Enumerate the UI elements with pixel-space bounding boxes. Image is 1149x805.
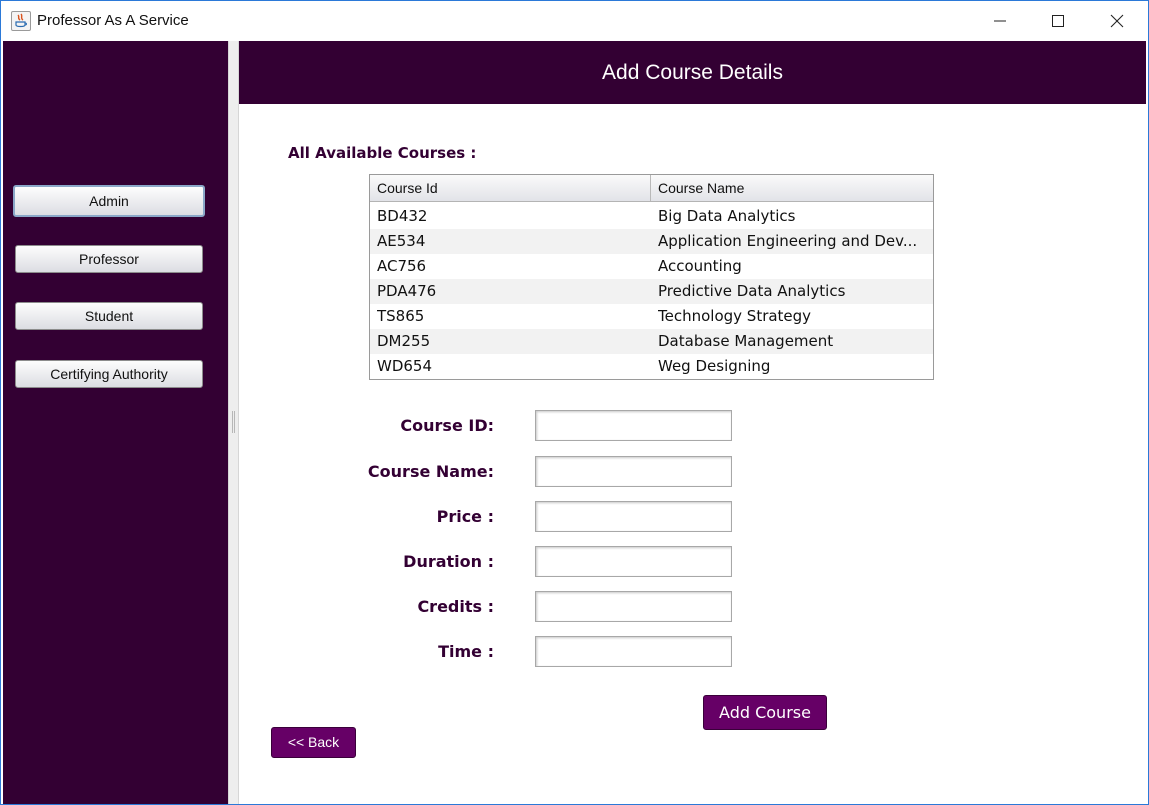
maximize-icon [1052, 15, 1064, 27]
course-id-input[interactable] [535, 410, 732, 441]
duration-input[interactable] [535, 546, 732, 577]
title-bar: Professor As A Service [1, 1, 1148, 41]
maximize-button[interactable] [1029, 1, 1087, 41]
price-input[interactable] [535, 501, 732, 532]
cell-course-name: Database Management [658, 332, 834, 350]
cell-course-id: TS865 [377, 307, 425, 325]
table-row[interactable]: DM255 Database Management [370, 329, 933, 354]
table-row[interactable]: AC756 Accounting [370, 254, 933, 279]
cell-course-name: Big Data Analytics [658, 207, 796, 225]
page-title: Add Course Details [602, 61, 783, 84]
add-course-button[interactable]: Add Course [703, 695, 827, 730]
sidebar-item-admin[interactable]: Admin [13, 185, 205, 217]
grip-icon [232, 411, 235, 433]
cell-course-id: WD654 [377, 357, 433, 375]
minimize-icon [994, 20, 1006, 22]
column-header-course-id[interactable]: Course Id [370, 175, 651, 201]
cell-course-name: Weg Designing [658, 357, 771, 375]
cell-course-name: Accounting [658, 257, 742, 275]
app-window: Professor As A Service Admin Professor S… [0, 0, 1149, 805]
course-name-input[interactable] [535, 456, 732, 487]
close-button[interactable] [1088, 1, 1146, 41]
cell-course-id: PDA476 [377, 282, 437, 300]
table-header: Course Id Course Name [370, 175, 933, 202]
table-body: BD432 Big Data Analytics AE534 Applicati… [370, 204, 933, 379]
cell-course-name: Technology Strategy [658, 307, 812, 325]
cell-course-id: AE534 [377, 232, 426, 250]
price-label: Price : [436, 507, 494, 526]
cell-course-id: AC756 [377, 257, 427, 275]
courses-table[interactable]: Course Id Course Name BD432 Big Data Ana… [369, 174, 934, 380]
cell-course-id: BD432 [377, 207, 428, 225]
table-row[interactable]: AE534 Application Engineering and Dev... [370, 229, 933, 254]
credits-input[interactable] [535, 591, 732, 622]
cell-course-name: Predictive Data Analytics [658, 282, 846, 300]
table-row[interactable]: TS865 Technology Strategy [370, 304, 933, 329]
duration-label: Duration : [403, 552, 494, 571]
split-pane-divider[interactable] [228, 41, 239, 804]
column-header-course-name[interactable]: Course Name [651, 175, 933, 201]
cell-course-id: DM255 [377, 332, 431, 350]
cell-course-name: Application Engineering and Dev... [658, 232, 918, 250]
table-row[interactable]: BD432 Big Data Analytics [370, 204, 933, 229]
main-panel: Add Course Details All Available Courses… [239, 41, 1146, 804]
sidebar-item-professor[interactable]: Professor [15, 245, 203, 273]
back-button[interactable]: << Back [271, 727, 356, 758]
window-title: Professor As A Service [37, 12, 189, 29]
sidebar-item-student[interactable]: Student [15, 302, 203, 330]
close-icon [1110, 14, 1124, 28]
sidebar: Admin Professor Student Certifying Autho… [3, 41, 228, 804]
java-app-icon [11, 11, 31, 31]
table-row[interactable]: WD654 Weg Designing [370, 354, 933, 379]
course-name-label: Course Name: [367, 462, 494, 481]
sidebar-item-certifying-authority[interactable]: Certifying Authority [15, 360, 203, 388]
credits-label: Credits : [417, 597, 494, 616]
time-label: Time : [438, 642, 494, 661]
courses-section-label: All Available Courses : [288, 144, 477, 162]
minimize-button[interactable] [971, 1, 1029, 41]
time-input[interactable] [535, 636, 732, 667]
course-id-label: Course ID: [400, 416, 494, 435]
table-row[interactable]: PDA476 Predictive Data Analytics [370, 279, 933, 304]
header-band: Add Course Details [239, 41, 1146, 104]
